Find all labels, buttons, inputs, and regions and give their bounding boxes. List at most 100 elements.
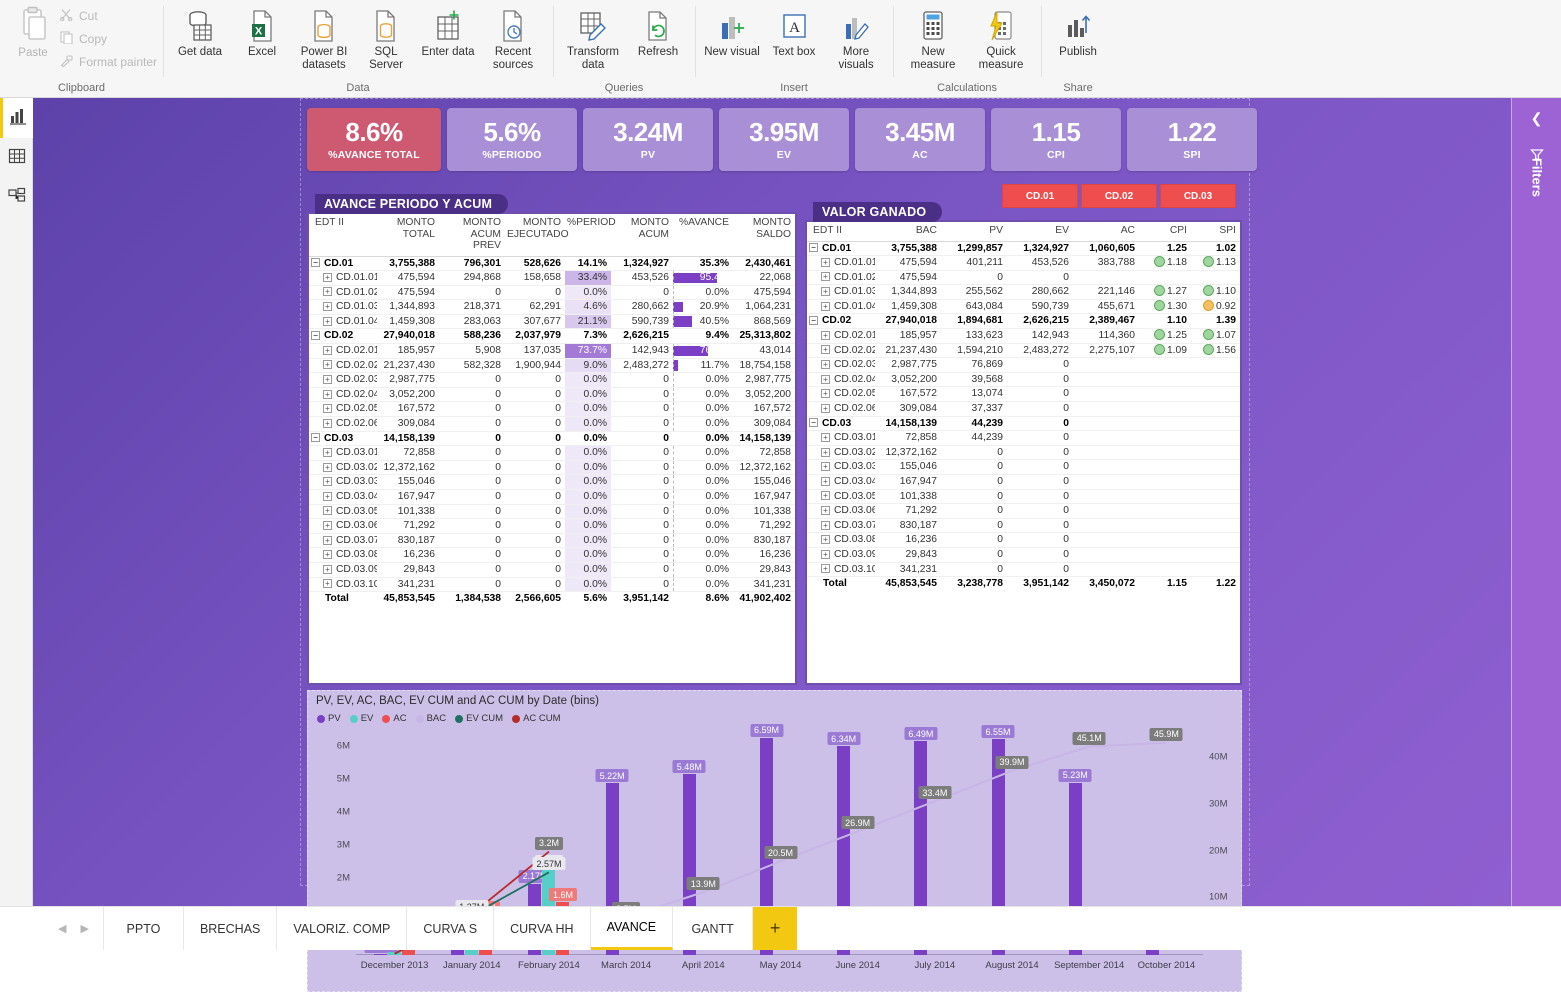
table-cell-edt[interactable]: +CD.02.02 xyxy=(807,343,875,358)
table-cell-edt[interactable]: +CD.03.01 xyxy=(309,446,377,461)
table-cell[interactable]: 341,231 xyxy=(733,577,795,592)
table-row[interactable]: +CD.01.01475,594401,211453,526383,7881.1… xyxy=(807,256,1240,271)
column-header[interactable]: EDT II xyxy=(807,222,875,241)
table-row[interactable]: −CD.0227,940,018588,2362,037,9797.3%2,62… xyxy=(309,329,795,344)
table-cell[interactable]: 37,337 xyxy=(941,402,1007,417)
table-cell[interactable]: 0 xyxy=(439,431,505,446)
table-cell-edt[interactable]: −CD.01 xyxy=(309,256,377,271)
slicer-button-cd-02[interactable]: CD.02 xyxy=(1081,184,1157,208)
powerbi-datasets-button[interactable]: Power BI datasets xyxy=(293,2,355,71)
table-cell[interactable]: 1.15 xyxy=(1139,577,1191,591)
table-row[interactable]: +CD.01.031,344,893218,37162,2914.6%280,6… xyxy=(309,300,795,315)
expand-collapse-icon[interactable]: + xyxy=(821,535,830,544)
table-cell[interactable]: 16,236 xyxy=(733,548,795,563)
table-cell-edt[interactable]: +CD.03.05 xyxy=(807,489,875,504)
table-cell[interactable]: 43,014 xyxy=(733,344,795,359)
table-cell[interactable]: 0 xyxy=(941,445,1007,460)
table-cell-edt[interactable]: +CD.03.05 xyxy=(309,504,377,519)
table-cell[interactable]: 33.4% xyxy=(565,271,611,286)
table-cell[interactable] xyxy=(1073,562,1139,577)
table-cell[interactable]: 29,843 xyxy=(377,562,439,577)
table-cell-edt[interactable]: +CD.02.05 xyxy=(309,402,377,417)
chevron-left-icon[interactable]: ◀ xyxy=(58,922,66,935)
table-cell[interactable]: 0 xyxy=(505,402,565,417)
table-row[interactable]: +CD.03.0816,236000.0%00.0%16,236 xyxy=(309,548,795,563)
table-cell[interactable]: 1,459,308 xyxy=(875,299,941,314)
table-cell[interactable]: 1,900,944 xyxy=(505,358,565,373)
legend-item[interactable]: BAC xyxy=(416,713,447,724)
table-cell[interactable] xyxy=(1073,445,1139,460)
table-row[interactable]: +CD.01.041,459,308643,084590,739455,6711… xyxy=(807,299,1240,314)
table-cell-edt[interactable]: +CD.03.06 xyxy=(807,504,875,519)
table-cell[interactable]: 167,947 xyxy=(377,490,439,505)
table-cell[interactable]: 0.0% xyxy=(673,402,733,417)
page-tab-valoriz-comp[interactable]: VALORIZ. COMP xyxy=(277,907,407,950)
table-cell-kpi[interactable] xyxy=(1191,416,1240,431)
table-cell[interactable]: 95.4% xyxy=(673,271,733,286)
expand-collapse-icon[interactable]: + xyxy=(323,492,332,501)
expand-collapse-icon[interactable]: + xyxy=(821,287,830,296)
page-tab-curva-s[interactable]: CURVA S xyxy=(407,907,494,950)
table-cell[interactable]: 0 xyxy=(505,417,565,432)
table-cell[interactable]: 0.0% xyxy=(565,475,611,490)
table-cell[interactable]: 0.0% xyxy=(673,562,733,577)
table-row[interactable]: +CD.03.07830,187000.0%00.0%830,187 xyxy=(309,533,795,548)
table-cell[interactable]: 0 xyxy=(611,562,673,577)
table-cell[interactable] xyxy=(1073,372,1139,387)
table-cell[interactable]: 0 xyxy=(941,533,1007,548)
table-cell[interactable]: 2,987,775 xyxy=(733,373,795,388)
expand-collapse-icon[interactable]: + xyxy=(821,448,830,457)
avance-periodo-table[interactable]: EDT IIMONTOTOTALMONTOACUM PREVMONTOEJECU… xyxy=(309,214,795,606)
table-cell-kpi[interactable]: 1.09 xyxy=(1139,343,1191,358)
table-cell[interactable]: 0 xyxy=(1007,358,1073,373)
expand-collapse-icon[interactable]: + xyxy=(821,521,830,530)
table-cell[interactable]: 0 xyxy=(1007,460,1073,475)
table-cell[interactable] xyxy=(1073,387,1139,402)
table-cell-kpi[interactable] xyxy=(1191,504,1240,519)
table-cell-kpi[interactable]: 1.10 xyxy=(1139,314,1191,329)
table-cell-edt[interactable]: +CD.02.06 xyxy=(807,402,875,417)
expand-collapse-icon[interactable]: + xyxy=(323,536,332,545)
table-cell[interactable]: 0.0% xyxy=(565,446,611,461)
table-cell[interactable]: 101,338 xyxy=(875,489,941,504)
table-cell[interactable]: 0 xyxy=(611,460,673,475)
table-cell-kpi[interactable] xyxy=(1139,504,1191,519)
table-cell[interactable]: 0 xyxy=(505,431,565,446)
table-cell[interactable]: 71,292 xyxy=(377,519,439,534)
table-cell[interactable]: 14,158,139 xyxy=(733,431,795,446)
table-row[interactable]: +CD.02.032,987,775000.0%00.0%2,987,775 xyxy=(309,373,795,388)
table-cell[interactable]: 0.0% xyxy=(673,490,733,505)
table-cell[interactable] xyxy=(1073,358,1139,373)
format-painter-button[interactable]: Format painter xyxy=(60,54,157,70)
table-cell[interactable]: 0 xyxy=(1007,489,1073,504)
table-row[interactable]: +CD.02.06309,084000.0%00.0%309,084 xyxy=(309,417,795,432)
table-cell-kpi[interactable] xyxy=(1191,547,1240,562)
table-cell[interactable]: 401,211 xyxy=(941,256,1007,271)
table-cell[interactable]: 3,450,072 xyxy=(1073,577,1139,591)
table-cell[interactable]: 76.9% xyxy=(673,344,733,359)
add-page-button[interactable]: + xyxy=(753,907,797,950)
expand-collapse-icon[interactable]: + xyxy=(821,375,830,384)
table-cell[interactable]: 167,947 xyxy=(875,475,941,490)
expand-collapse-icon[interactable]: + xyxy=(821,302,830,311)
publish-button[interactable]: Publish xyxy=(1047,2,1109,59)
kpi-card-cpi[interactable]: 1.15CPI xyxy=(991,108,1121,171)
table-cell-kpi[interactable] xyxy=(1139,270,1191,285)
table-cell[interactable]: 73.7% xyxy=(565,344,611,359)
table-cell[interactable]: 3,238,778 xyxy=(941,577,1007,591)
table-cell[interactable]: 0.0% xyxy=(565,562,611,577)
table-cell-kpi[interactable] xyxy=(1139,547,1191,562)
table-row[interactable]: +CD.03.05101,338000.0%00.0%101,338 xyxy=(309,504,795,519)
table-cell[interactable]: 475,594 xyxy=(875,256,941,271)
table-cell[interactable]: 0.0% xyxy=(565,373,611,388)
kpi-card-pv[interactable]: 3.24MPV xyxy=(583,108,713,171)
table-cell[interactable]: 25,313,802 xyxy=(733,329,795,344)
table-cell[interactable]: 167,572 xyxy=(733,402,795,417)
table-cell[interactable]: 0.0% xyxy=(673,519,733,534)
table-row[interactable]: +CD.01.02475,594000.0%00.0%475,594 xyxy=(309,285,795,300)
expand-collapse-icon[interactable]: + xyxy=(821,433,830,442)
more-visuals-button[interactable]: More visuals xyxy=(825,2,887,71)
table-cell-kpi[interactable] xyxy=(1191,475,1240,490)
table-cell[interactable]: 0 xyxy=(439,577,505,592)
table-cell[interactable]: 0 xyxy=(941,547,1007,562)
